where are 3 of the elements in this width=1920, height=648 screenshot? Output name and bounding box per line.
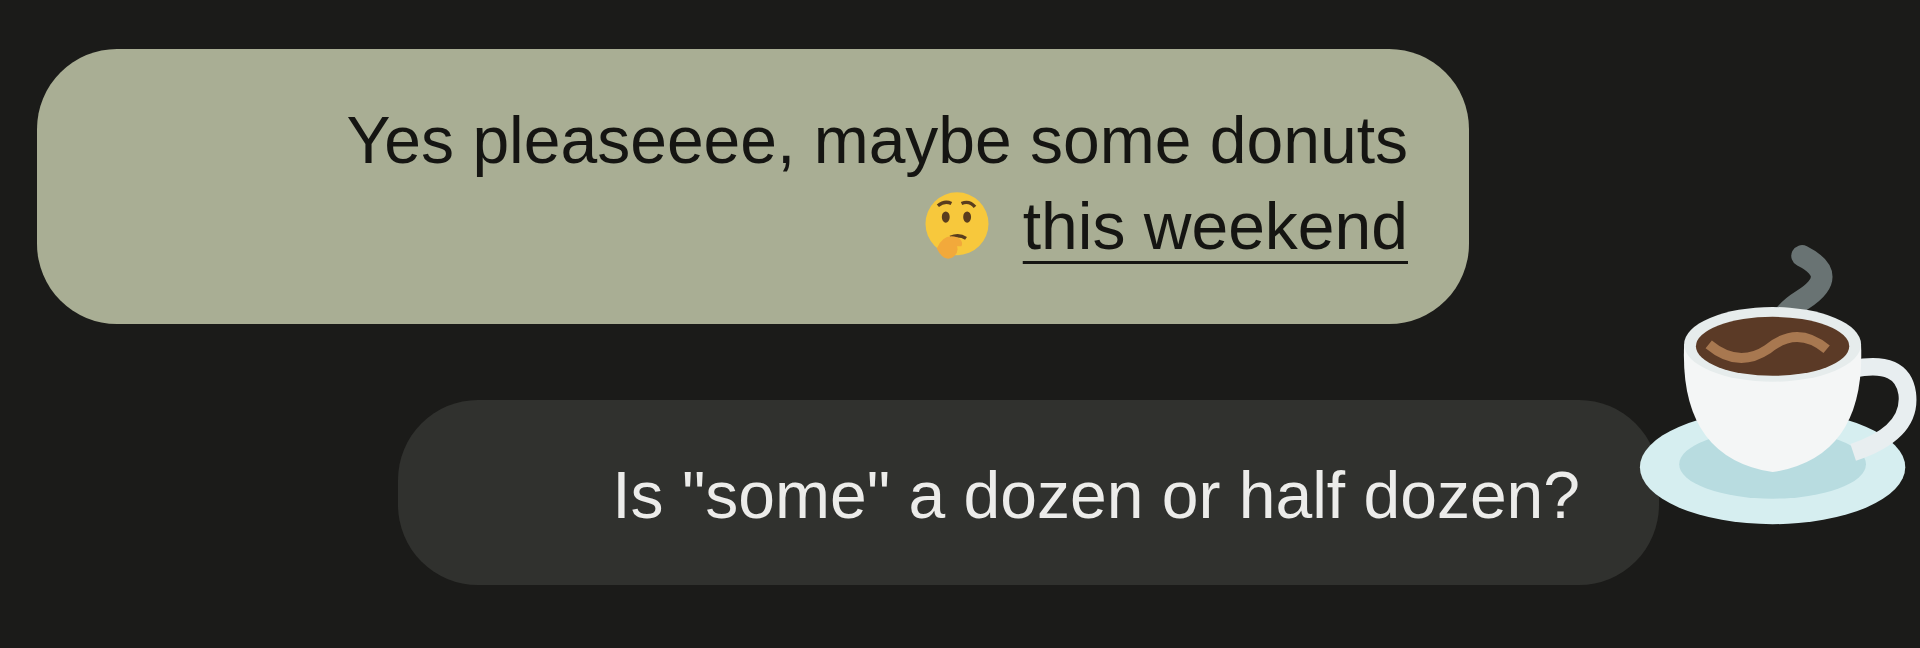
message-text: Is "some" a dozen or half dozen? xyxy=(612,457,1580,534)
message-text: Yes pleaseeee, maybe some donuts xyxy=(346,102,1408,179)
message-link[interactable]: this weekend xyxy=(1022,183,1408,269)
